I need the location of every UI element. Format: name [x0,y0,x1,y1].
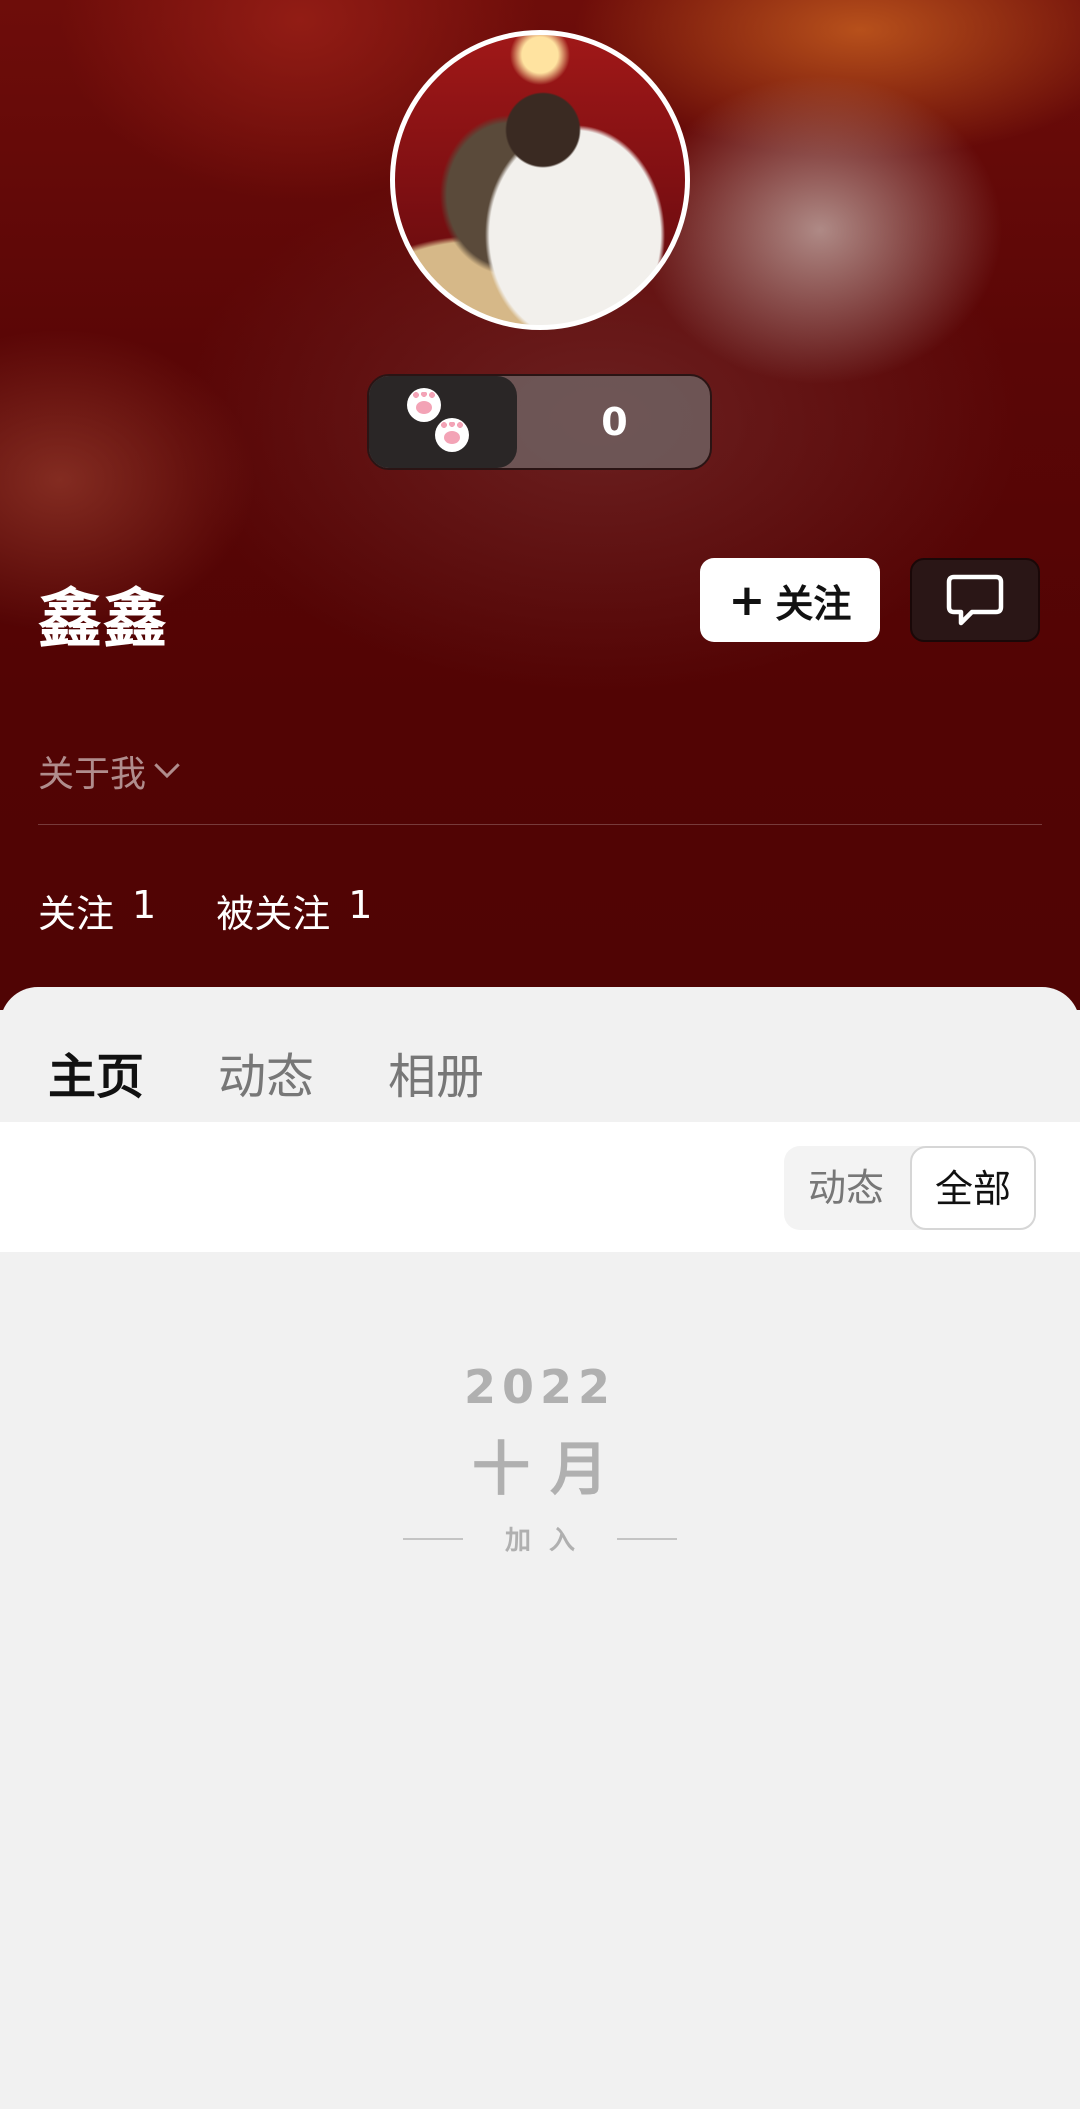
chat-bubble-icon [946,574,1004,626]
about-toggle[interactable]: 关于我 [38,745,180,797]
filter-bar: 动态 全部 [0,1122,1080,1252]
avatar[interactable] [390,30,690,330]
follow-label: 关注 [775,581,852,626]
divider-line [402,1537,463,1540]
divider [38,824,1042,825]
follow-button[interactable]: + 关注 [700,558,880,642]
tab-bar: 主页 动态 相册 [48,1037,558,1169]
filter-segmented-control: 动态 全部 [784,1146,1036,1230]
filter-option-all[interactable]: 全部 [910,1146,1036,1230]
followers-count: 1 [348,883,373,927]
following-label: 关注 [38,892,115,936]
profile-header: 0 鑫鑫 + 关注 关于我 关注 1 被关注 1 [0,0,1080,1010]
tab-album[interactable]: 相册 [388,1037,484,1107]
message-button[interactable] [910,558,1040,642]
paw-counter[interactable]: 0 [367,374,712,470]
tab-home[interactable]: 主页 [48,1037,144,1169]
join-row: 加入 [0,1520,1080,1557]
filter-option-activity[interactable]: 动态 [784,1146,908,1230]
followers-stat[interactable]: 被关注 1 [216,883,372,938]
chevron-down-icon [154,752,180,779]
paw-icon [435,418,469,452]
following-count: 1 [132,883,157,927]
follow-stats: 关注 1 被关注 1 [38,883,432,938]
join-month: 十月 [471,1435,628,1503]
join-year: 2022 [463,1360,617,1414]
followers-label: 被关注 [216,892,331,936]
following-stat[interactable]: 关注 1 [38,883,156,938]
paw-icon-box [369,376,517,468]
username: 鑫鑫 [38,583,168,657]
plus-icon: + [728,574,766,626]
join-label: 加入 [504,1526,593,1556]
tab-activity[interactable]: 动态 [218,1037,314,1107]
about-label: 关于我 [38,754,147,795]
divider-line [617,1537,677,1540]
paw-icon [407,388,441,422]
paw-count: 0 [601,400,628,444]
join-marker: 2022 十月 加入 [0,1360,1080,1557]
